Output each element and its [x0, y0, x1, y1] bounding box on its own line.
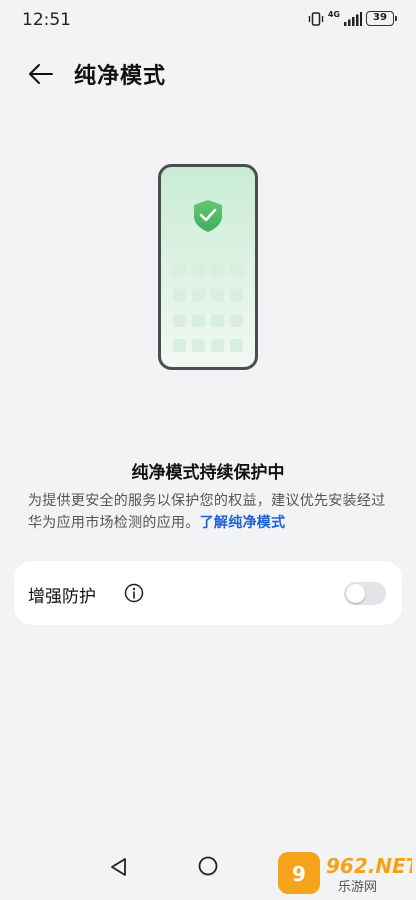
- back-button[interactable]: [24, 58, 58, 90]
- description: 为提供更安全的服务以保护您的权益，建议优先安装经过华为应用市场检测的应用。了解纯…: [28, 490, 390, 534]
- signal-icon: [344, 11, 362, 26]
- status-icons: 4G 39: [308, 9, 397, 26]
- network-type: 4G: [327, 9, 340, 19]
- phone-illustration: [158, 164, 258, 370]
- enhanced-protection-toggle[interactable]: [344, 582, 386, 605]
- circle-home-icon[interactable]: [197, 855, 219, 877]
- watermark-logo: 9 962.NET 乐游网: [276, 850, 416, 896]
- status-time: 12:51: [22, 10, 71, 30]
- protection-status-heading: 纯净模式持续保护中: [131, 463, 285, 483]
- toggle-knob: [346, 584, 365, 603]
- info-circle-icon[interactable]: [124, 583, 144, 603]
- svg-text:962.NET: 962.NET: [326, 854, 412, 878]
- svg-text:乐游网: 乐游网: [338, 880, 377, 895]
- triangle-back-icon[interactable]: [108, 856, 130, 878]
- battery-icon: 39: [366, 11, 397, 26]
- page-title: 纯净模式: [74, 64, 167, 89]
- vibrate-icon: [308, 11, 324, 26]
- enhanced-protection-card: 增强防护: [14, 561, 402, 625]
- enhanced-protection-label: 增强防护: [28, 587, 96, 607]
- battery-level: 39: [373, 12, 387, 23]
- header: 纯净模式: [0, 52, 416, 96]
- status-bar: 12:51 4G 39: [0, 0, 416, 40]
- learn-more-link[interactable]: 了解纯净模式: [200, 515, 286, 531]
- arrow-left-icon: [29, 64, 53, 84]
- svg-text:9: 9: [292, 862, 306, 886]
